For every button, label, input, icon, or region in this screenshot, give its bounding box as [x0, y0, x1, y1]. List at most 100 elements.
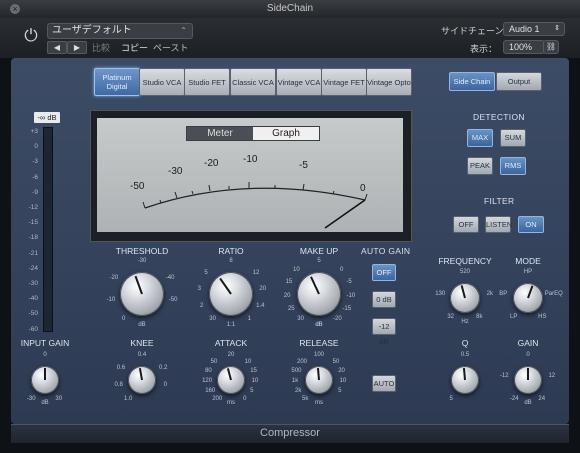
gain-reduction-scale-label: -6 — [32, 173, 38, 181]
link-icon[interactable]: ⛓ — [543, 40, 559, 54]
makeup-tick-label: 25 — [287, 306, 295, 312]
model-tab-studio-fet[interactable]: Studio FET — [184, 68, 230, 96]
ratio-knob[interactable] — [209, 272, 253, 316]
release-tick-label: 200 — [297, 359, 308, 366]
release-tick-label: 500 — [291, 367, 302, 374]
knee-label: KNEE — [130, 338, 154, 348]
frequency-tick-label: 8k — [476, 314, 483, 321]
compare-button[interactable]: 比較 — [92, 41, 110, 54]
gain-reduction-meter — [43, 127, 53, 332]
knob-pointer — [219, 278, 232, 295]
knee-knob[interactable] — [128, 366, 156, 394]
attack-tick-label: 10 — [251, 378, 259, 385]
mode-tick-label: BP — [499, 290, 508, 297]
release-label: RELEASE — [299, 338, 339, 348]
gain-label: GAIN — [517, 338, 539, 348]
release-tick-label: 2k — [295, 388, 302, 394]
input-gain-knob[interactable] — [31, 366, 59, 394]
q-knob[interactable] — [451, 366, 479, 394]
chevron-down-icon: ⌃ — [180, 26, 187, 35]
auto-gain-0db-button[interactable]: 0 dB — [372, 291, 396, 308]
meter-scale-label: 0 — [360, 183, 366, 194]
frequency-tick-label: 130 — [435, 290, 446, 297]
attack-knob[interactable] — [217, 366, 245, 394]
meter-mode-switch[interactable]: Meter Graph — [186, 126, 320, 141]
knee-tick-label: 0 — [163, 381, 168, 388]
gain-reduction-scale-label: +3 — [30, 128, 38, 135]
mode-tick-label: LP — [509, 314, 518, 321]
detection-rms-button[interactable]: RMS — [500, 157, 526, 175]
threshold-tick-label: dB — [138, 322, 146, 328]
attack-tick-label: 80 — [205, 367, 212, 374]
input-gain-label: INPUT GAIN — [20, 338, 70, 348]
ratio-tick-label: 5 — [204, 269, 208, 276]
sidechain-tab[interactable]: Side Chain — [449, 72, 495, 91]
filter-on-button[interactable]: ON — [518, 216, 544, 233]
meter-scale-label: -10 — [243, 154, 258, 165]
release-tick-label: 5 — [338, 388, 342, 394]
attack-tick-label: 50 — [210, 359, 218, 366]
threshold-knob[interactable] — [120, 272, 164, 316]
model-tab-classic-vca[interactable]: Classic VCA — [230, 68, 276, 96]
gain-reduction-scale-label: -40 — [28, 295, 38, 303]
view-zoom-select[interactable]: 100% — [503, 40, 545, 54]
knob-pointer — [138, 368, 143, 381]
meter-scale-label: -50 — [130, 181, 145, 192]
plugin-name: Compressor — [260, 427, 320, 439]
ratio-tick-label: 1.4 — [256, 302, 265, 309]
knee-tick-label: 0.6 — [116, 364, 126, 371]
makeup-tick-label: dB — [315, 322, 323, 328]
window-title: SideChain — [266, 3, 314, 14]
gain-reduction-scale-label: -18 — [28, 234, 38, 242]
detection-sum-button[interactable]: SUM — [500, 129, 526, 147]
mode-tick-label: HS — [538, 314, 547, 321]
auto-release-button[interactable]: AUTO — [372, 375, 396, 392]
auto-gain-off-button[interactable]: OFF — [372, 264, 396, 281]
previous-preset-button[interactable]: ◀ — [47, 41, 67, 54]
makeup-tick-label: 0 — [339, 267, 344, 274]
input-gain-tick-label: 0 — [43, 352, 47, 358]
output-tab[interactable]: Output — [496, 72, 542, 91]
input-gain-tick-label: 30 — [55, 395, 63, 402]
ratio-tick-label: 12 — [252, 269, 260, 276]
mode-knob[interactable] — [513, 283, 543, 313]
gain-tick-label: 0 — [526, 352, 530, 358]
q-tick-label: 0.5 — [460, 352, 470, 358]
plugin-footer: Compressor — [11, 424, 569, 443]
knob-pointer — [316, 368, 320, 381]
model-tab-vintage-fet[interactable]: Vintage FET — [321, 68, 367, 96]
sidechain-select[interactable]: Audio 1 ⇕ — [503, 22, 565, 36]
release-knob[interactable] — [305, 366, 333, 394]
release-tick-label: 100 — [313, 352, 324, 358]
release-tick-label: 20 — [338, 367, 345, 374]
title-bar: × SideChain — [0, 0, 580, 19]
paste-button[interactable]: ペースト — [153, 41, 189, 54]
model-tab-studio-vca[interactable]: Studio VCA — [139, 68, 185, 96]
copy-button[interactable]: コピー — [121, 41, 148, 54]
model-tab-platinum-digital[interactable]: Platinum Digital — [94, 68, 140, 96]
gain-tick-label: -12 — [499, 372, 509, 379]
detection-peak-button[interactable]: PEAK — [467, 157, 493, 175]
detection-max-button[interactable]: MAX — [467, 129, 493, 147]
ratio-tick-label: 20 — [259, 285, 267, 292]
gain-knob[interactable] — [514, 366, 542, 394]
next-preset-button[interactable]: ▶ — [67, 41, 87, 54]
filter-off-button[interactable]: OFF — [453, 216, 479, 233]
model-tab-vintage-opto[interactable]: Vintage Opto — [366, 68, 412, 96]
frequency-knob[interactable] — [450, 283, 480, 313]
makeup-knob[interactable] — [297, 272, 341, 316]
ratio-tick-label: 3 — [197, 285, 201, 292]
meter-mode-button[interactable]: Meter — [187, 127, 253, 140]
gain-reduction-scale-label: 0 — [34, 143, 38, 151]
model-tab-vintage-vca[interactable]: Vintage VCA — [276, 68, 322, 96]
makeup-tick-label: 10 — [293, 267, 300, 274]
threshold-tick-label: -10 — [106, 297, 116, 304]
graph-mode-button[interactable]: Graph — [253, 127, 319, 140]
filter-listen-button[interactable]: LISTEN — [485, 216, 512, 233]
attack-tick-label: 10 — [244, 359, 252, 366]
gain-reduction-scale-label: -50 — [28, 310, 38, 318]
release-tick-label: 10 — [339, 378, 347, 385]
preset-menu[interactable]: ユーザデフォルト ⌃ — [47, 23, 193, 39]
auto-gain-minus12-button[interactable]: -12 dB — [372, 318, 396, 346]
power-icon[interactable]: ⏻ — [22, 27, 40, 45]
